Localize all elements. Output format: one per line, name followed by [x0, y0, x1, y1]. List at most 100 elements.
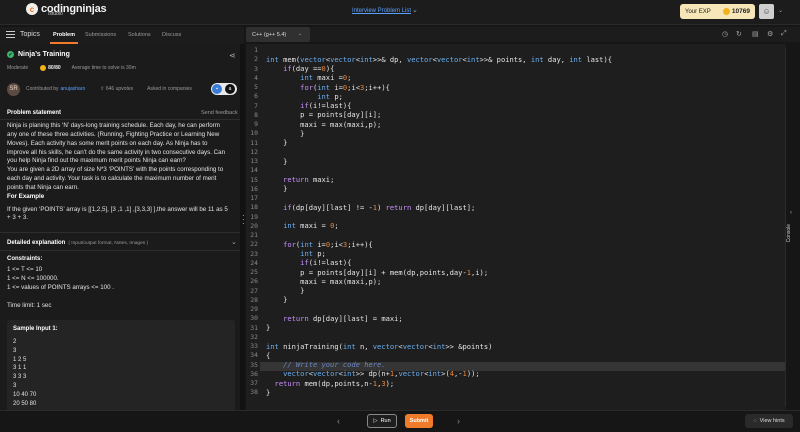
logo[interactable]: c codingninjas — [26, 3, 107, 15]
company-logo-icon: ▪ — [212, 84, 222, 94]
code-line[interactable]: for(int i=0;i<3;i++){ — [266, 240, 373, 249]
line-number-gutter: 1 2 3 4 5 6 7 8 9 10 11 12 13 14 15 16 17 18 19 20 21 22 23 24 2… — [246, 44, 260, 410]
code-line[interactable]: vector<vector<int>> dp(n+1,vector<int>(4… — [266, 369, 480, 378]
code-line[interactable]: maxi = max(maxi,p); — [266, 277, 381, 286]
detailed-explanation-title: Detailed explanation — [7, 240, 66, 246]
code-line[interactable]: } — [266, 286, 304, 295]
line-number: 29 — [250, 305, 258, 313]
code-line[interactable]: } — [266, 388, 270, 397]
chevron-left-icon[interactable]: ‹ — [790, 210, 792, 216]
run-button[interactable]: ▷ Run — [367, 414, 397, 428]
console-label[interactable]: Console — [786, 224, 800, 242]
timer-icon[interactable]: ◷ — [722, 30, 728, 38]
detailed-explanation-toggle[interactable]: Detailed explanation( Input/output forma… — [7, 240, 148, 246]
line-number: 24 — [250, 258, 258, 267]
code-line[interactable]: if(i!=last){ — [266, 258, 351, 267]
contributor-link[interactable]: anujasharo — [61, 86, 86, 92]
topics-button[interactable]: Topics — [6, 31, 40, 38]
code-line[interactable]: int p; — [266, 92, 343, 101]
code-line[interactable]: if(i!=last){ — [266, 101, 351, 110]
tab-submissions[interactable]: Submissions — [85, 32, 116, 38]
code-line[interactable]: if(dp[day][last] != -1) return dp[day][l… — [266, 203, 475, 212]
exp-badge[interactable]: Your EXP 10769 — [680, 4, 755, 19]
run-label: Run — [380, 418, 391, 424]
line-number: 9 — [254, 120, 258, 128]
code-line[interactable]: { — [266, 351, 270, 360]
code-editor[interactable]: 1 2 3 4 5 6 7 8 9 10 11 12 13 14 15 16 17 18 19 20 21 22 23 24 2… — [246, 44, 800, 410]
code-line[interactable]: int p; — [266, 249, 326, 258]
tab-problem[interactable]: Problem — [53, 32, 75, 38]
chevron-down-icon[interactable]: ⌄ — [231, 238, 237, 246]
code-line[interactable]: return mem(dp,points,n-1,3); — [266, 379, 395, 388]
language-select[interactable]: C++ (g++ 5.4) ⌄ — [246, 27, 310, 42]
share-icon[interactable]: ⋖ — [229, 51, 236, 60]
line-number: 23 — [250, 249, 258, 258]
upvotes[interactable]: ⇧ 646 upvotes — [100, 86, 133, 92]
code-line[interactable]: // Write your code here. — [266, 360, 386, 369]
breadcrumb-problem-list[interactable]: Interview Problem List — [352, 8, 411, 14]
sample-input-lines: 2 3 1 2 5 3 1 1 3 3 3 3 10 40 70 20 50 8… — [13, 338, 36, 408]
divider — [0, 119, 240, 120]
chevron-down-icon[interactable]: ⌄ — [778, 7, 783, 14]
code-line[interactable]: maxi = max(maxi,p); — [266, 120, 381, 129]
topics-label: Topics — [20, 31, 40, 38]
coin-icon — [40, 65, 47, 71]
clipboard-icon[interactable]: ▤ — [752, 30, 759, 38]
code-line[interactable]: return dp[day][last] = maxi; — [266, 314, 403, 323]
play-icon: ▷ — [373, 418, 378, 424]
line-number: 33 — [250, 342, 258, 350]
chevron-left-icon[interactable]: ‹ — [337, 416, 340, 426]
code-line[interactable]: } — [266, 138, 287, 147]
code-line[interactable]: int ninjaTraining(int n, vector<vector<i… — [266, 342, 492, 351]
line-number: 28 — [250, 295, 258, 304]
code-line[interactable]: } — [266, 157, 287, 166]
line-number: 3 — [254, 64, 258, 73]
statement-line: you help Ninja find out the maximum meri… — [7, 157, 186, 165]
code-line[interactable]: int mem(vector<vector<int>>& dp, vector<… — [266, 55, 612, 64]
code-line[interactable]: p = points[day][i] + mem(dp,points,day-1… — [266, 268, 488, 277]
line-number: 37 — [250, 379, 258, 387]
code-line[interactable]: return maxi; — [266, 175, 334, 184]
tab-solutions[interactable]: Solutions — [128, 32, 151, 38]
line-number: 19 — [250, 212, 258, 221]
sample-line: 2 — [13, 339, 17, 345]
code-line[interactable]: for(int i=0;i<3;i++){ — [266, 83, 390, 92]
problem-title-text: Ninja’s Training — [18, 51, 70, 58]
top-bar: c codingninjas /studio Interview Problem… — [0, 0, 800, 25]
reset-icon[interactable]: ↻ — [736, 30, 742, 38]
check-icon: ✓ — [7, 51, 14, 58]
sample-line: 3 3 3 — [13, 374, 27, 381]
code-line[interactable]: if(day ==0){ — [266, 64, 334, 73]
code-line[interactable]: } — [266, 295, 287, 304]
code-line[interactable]: } — [266, 129, 304, 138]
drag-handle-icon[interactable]: · · · — [242, 212, 245, 228]
line-number: 12 — [250, 147, 258, 156]
code-line[interactable]: int maxi = 0; — [266, 221, 339, 230]
editor-toolbar — [246, 27, 800, 42]
line-number: 21 — [250, 231, 258, 239]
statement-line: improve all his skills, he can’t do the … — [7, 148, 226, 156]
gear-icon[interactable]: ⚙ — [767, 30, 773, 38]
constraint-line: 1 <= N <= 100000. — [7, 274, 59, 282]
line-number: 25 — [250, 268, 258, 276]
tab-discuss[interactable]: Discuss — [162, 32, 181, 38]
code-line[interactable]: int maxi =0; — [266, 73, 351, 82]
company-logos[interactable]: ▪ a — [211, 83, 237, 95]
line-number: 18 — [250, 203, 258, 212]
difficulty-label: Moderate — [7, 65, 29, 71]
send-feedback-link[interactable]: Send feedback — [201, 110, 238, 116]
code-line[interactable]: } — [266, 323, 270, 332]
contributed-by-label: Contributed by — [26, 86, 59, 92]
fullscreen-icon[interactable]: ⤢ — [781, 30, 787, 38]
view-hints-button[interactable]: ◌ View hints — [745, 414, 793, 428]
sample-line: 1 2 5 — [13, 356, 27, 363]
chevron-right-icon[interactable]: › — [457, 416, 460, 426]
code-line[interactable]: } — [266, 184, 287, 193]
submit-button[interactable]: Submit — [405, 414, 433, 428]
chevron-down-icon[interactable]: ⌄ — [412, 6, 418, 14]
exp-value: 10769 — [731, 8, 750, 15]
asked-in-label: Asked in companies — [147, 86, 192, 92]
code-line[interactable]: p = points[day][i]; — [266, 110, 381, 119]
line-number: 15 — [250, 175, 258, 184]
avatar[interactable]: ☺ — [759, 4, 774, 19]
